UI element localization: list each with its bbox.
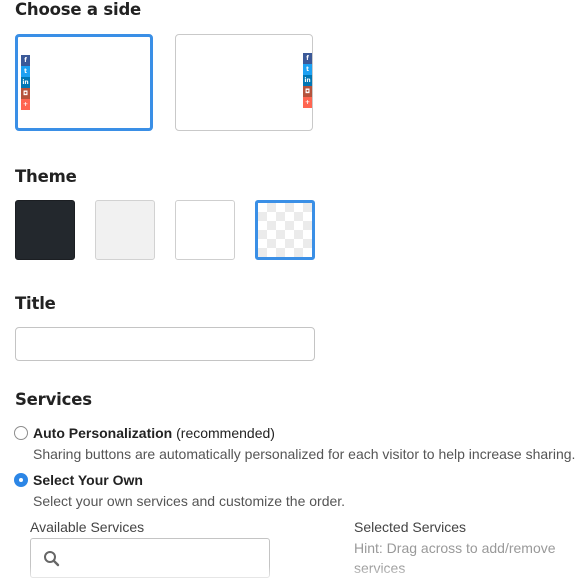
available-services-label: Available Services [30,519,145,535]
auto-personalization-radio[interactable] [14,426,28,440]
instagram-icon: ◘ [21,88,30,99]
recommended-tag: (recommended) [176,425,275,441]
auto-personalization-description: Sharing buttons are automatically person… [33,446,576,462]
linkedin-icon: in [21,77,30,88]
instagram-icon: ◘ [303,86,312,97]
select-your-own-description: Select your own services and customize t… [33,493,346,509]
select-your-own-label: Select Your Own [33,472,143,488]
selected-services-label: Selected Services [354,519,467,535]
drag-hint: Hint: Drag across to add/remove services [354,540,556,576]
theme-dark-swatch[interactable] [15,200,75,260]
facebook-icon: f [303,53,312,64]
twitter-icon: t [303,64,312,75]
search-icon [44,551,60,567]
choose-side-heading: Choose a side [15,0,142,19]
services-search-input[interactable] [30,538,270,578]
auto-personalization-label: Auto Personalization [33,425,173,441]
share-bar-preview-right: f t in ◘ + [303,53,312,108]
theme-transparent-swatch[interactable] [255,200,315,260]
twitter-icon: t [21,66,30,77]
linkedin-icon: in [303,75,312,86]
facebook-icon: f [21,55,30,66]
select-your-own-option[interactable]: Select Your Own [33,472,143,488]
services-heading: Services [15,390,92,409]
side-option-left[interactable]: f t in ◘ + [15,34,153,131]
select-your-own-radio[interactable] [14,473,28,487]
more-plus-icon: + [21,99,30,110]
auto-personalization-option[interactable]: Auto Personalization (recommended) [33,425,275,441]
theme-light-swatch[interactable] [95,200,155,260]
side-option-right[interactable]: f t in ◘ + [175,34,313,131]
theme-heading: Theme [15,167,77,186]
title-input[interactable] [15,327,315,361]
title-heading: Title [15,294,56,313]
theme-white-swatch[interactable] [175,200,235,260]
more-plus-icon: + [303,97,312,108]
share-bar-preview-left: f t in ◘ + [21,55,30,110]
